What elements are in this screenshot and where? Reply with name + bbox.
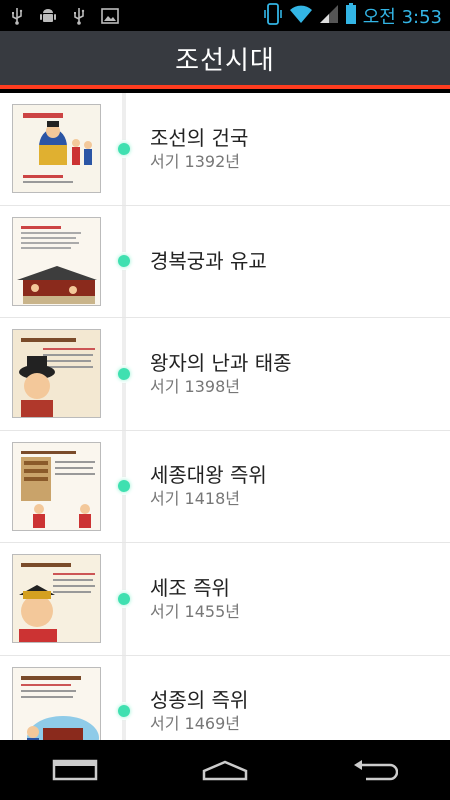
thumbnail-comic <box>12 216 101 306</box>
item-text: 조선의 건국 서기 1392년 <box>150 125 248 173</box>
thumbnail-comic <box>12 554 101 643</box>
recent-apps-icon <box>52 759 98 781</box>
timeline-dot <box>115 477 133 496</box>
item-year: 서기 1469년 <box>150 714 240 734</box>
item-year: 서기 1398년 <box>150 376 240 396</box>
list-item[interactable]: 왕자의 난과 태종 서기 1398년 <box>0 318 450 431</box>
system-icons: 오전 3:53 <box>263 2 442 29</box>
timeline-dot <box>115 364 133 383</box>
recent-apps-button[interactable] <box>40 750 110 790</box>
battery-icon <box>345 2 357 29</box>
thumbnail-comic <box>12 329 101 418</box>
item-text: 세조 즉위 서기 1455년 <box>150 575 240 623</box>
usb-icon <box>8 7 26 25</box>
usb-icon <box>70 7 88 25</box>
app-header: 조선시대 <box>0 31 450 89</box>
list-item[interactable]: 세종대왕 즉위 서기 1418년 <box>0 431 450 543</box>
item-title: 세종대왕 즉위 <box>150 463 267 488</box>
timeline-list[interactable]: 조선의 건국 서기 1392년 경복궁과 유교 왕자의 난과 태종 서기 139… <box>0 93 450 740</box>
item-text: 세종대왕 즉위 서기 1418년 <box>150 462 267 510</box>
thumbnail-comic <box>12 666 101 740</box>
item-text: 왕자의 난과 태종 서기 1398년 <box>150 350 292 398</box>
item-title: 경복궁과 유교 <box>150 249 267 274</box>
item-title: 성종의 즉위 <box>150 688 249 713</box>
notification-icons <box>8 7 263 25</box>
list-item[interactable]: 세조 즉위 서기 1455년 <box>0 543 450 656</box>
wifi-icon <box>289 4 313 28</box>
item-year: 서기 1455년 <box>150 601 240 621</box>
thumbnail-comic <box>12 104 101 193</box>
item-title: 왕자의 난과 태종 <box>150 350 292 375</box>
clock: 오전 3:53 <box>362 6 442 28</box>
home-icon <box>202 760 248 781</box>
navigation-bar <box>0 740 450 800</box>
home-button[interactable] <box>190 750 260 790</box>
list-item[interactable]: 성종의 즉위 서기 1469년 <box>0 656 450 740</box>
item-text: 경복궁과 유교 <box>150 248 267 274</box>
timeline-dot <box>115 589 133 608</box>
item-year: 서기 1392년 <box>150 151 240 171</box>
item-title: 조선의 건국 <box>150 125 249 150</box>
timeline-dot <box>115 702 133 721</box>
timeline-dot <box>115 139 133 158</box>
image-icon <box>101 7 119 25</box>
android-debug-icon <box>39 7 57 25</box>
page-title: 조선시대 <box>175 45 275 76</box>
list-item[interactable]: 조선의 건국 서기 1392년 <box>0 93 450 206</box>
item-text: 성종의 즉위 서기 1469년 <box>150 687 248 735</box>
vibrate-icon <box>263 2 283 29</box>
item-year: 서기 1418년 <box>150 489 240 509</box>
thumbnail-comic <box>12 441 101 531</box>
back-button[interactable] <box>340 750 410 790</box>
back-icon <box>354 760 398 781</box>
timeline-dot <box>115 252 133 271</box>
list-item[interactable]: 경복궁과 유교 <box>0 206 450 318</box>
status-bar: 오전 3:53 <box>0 0 450 31</box>
signal-icon <box>319 4 339 28</box>
item-title: 세조 즉위 <box>150 575 230 600</box>
